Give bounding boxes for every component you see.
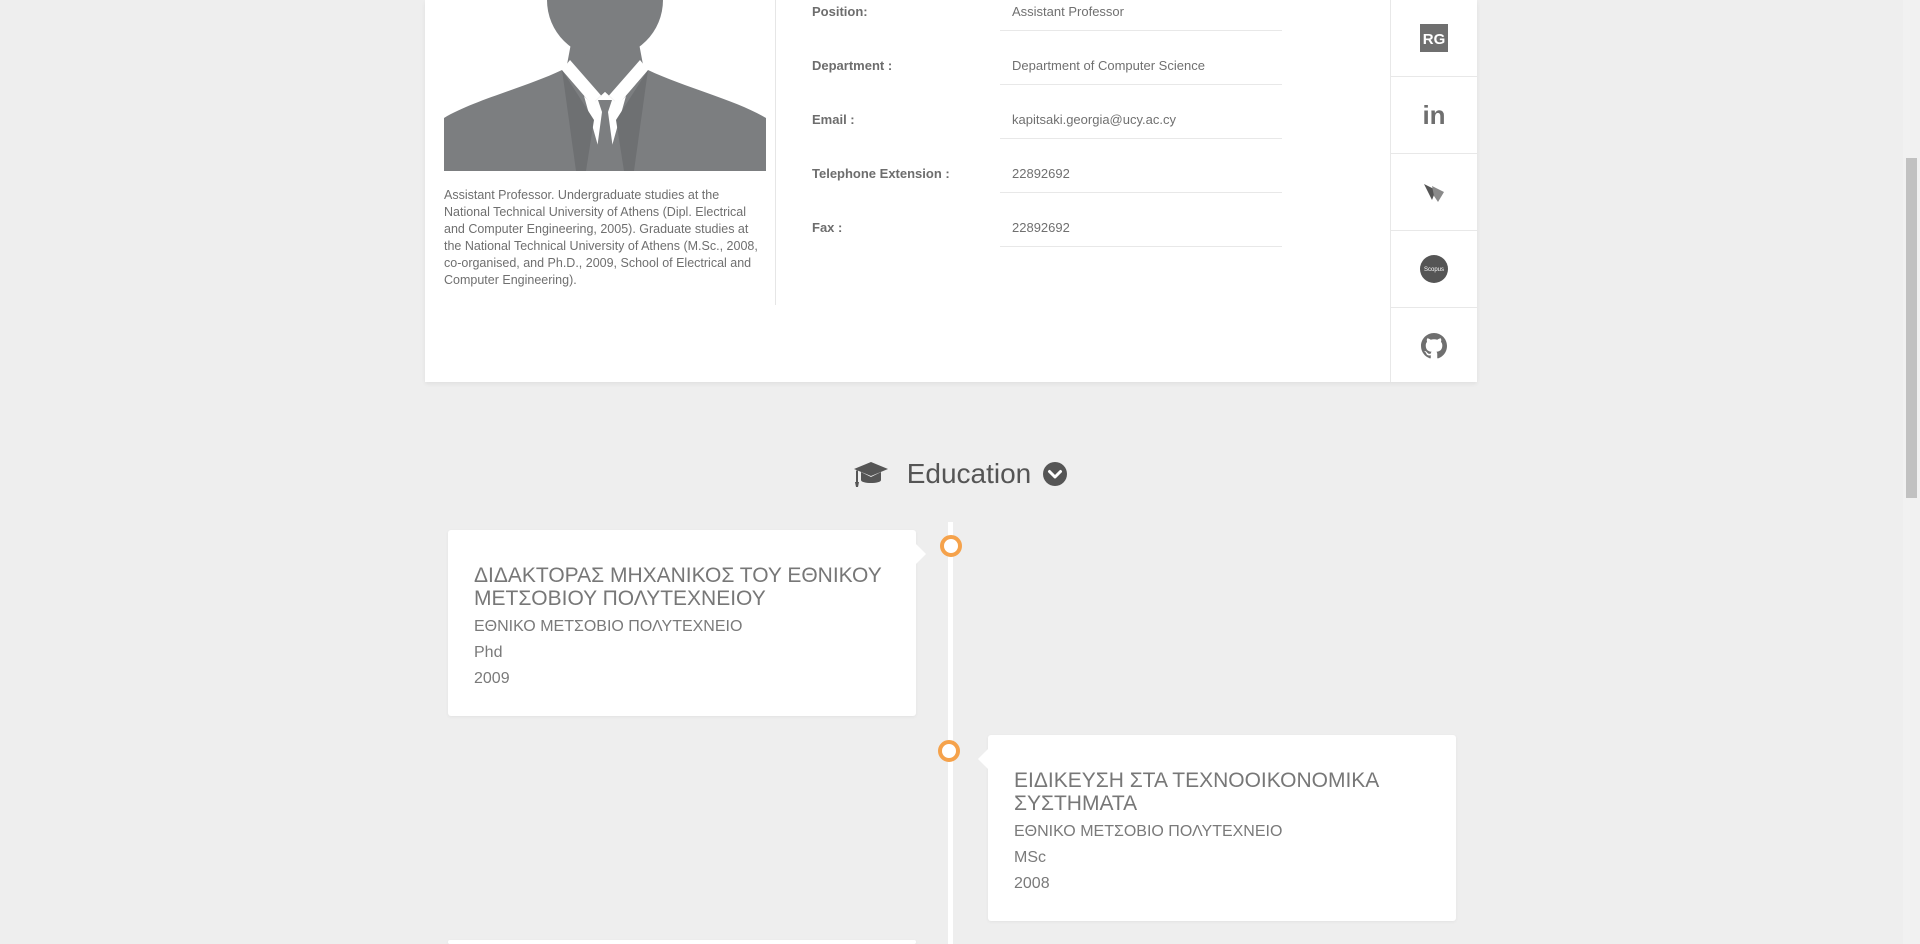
scopus-link[interactable]: Scopus [1391, 231, 1477, 308]
education-degree-title: ΕΙΔΙΚΕΥΣΗ ΣΤΑ ΤΕΧΝΟΟΙΚΟΝΟΜΙΚΑ ΣΥΣΤΗΜΑΤΑ [1014, 769, 1379, 815]
education-year: 2008 [1014, 875, 1050, 892]
social-links: RG in Scopus [1390, 0, 1477, 382]
education-card [448, 940, 916, 944]
linkedin-icon: in [1422, 101, 1445, 129]
department-value: Department of Computer Science [1000, 58, 1282, 85]
education-degree: Phd [474, 644, 503, 661]
education-institution: ΕΘΝΙΚΟ ΜΕΤΣΟΒΙΟ ΠΟΛΥΤΕΧΝΕΙΟ [1014, 823, 1283, 840]
svg-text:in: in [1422, 101, 1445, 129]
profile-photo [444, 0, 766, 171]
position-label: Position: [812, 4, 868, 19]
profile-card: Assistant Professor. Undergraduate studi… [425, 0, 1477, 382]
info-row-fax: Fax : 22892692 [812, 220, 1282, 250]
profile-bio: Assistant Professor. Undergraduate studi… [444, 188, 758, 287]
svg-text:RG: RG [1423, 31, 1446, 48]
education-card: ΔΙΔΑΚΤΟΡΑΣ ΜΗΧΑΝΙΚΟΣ ΤΟΥ ΕΘΝΙΚΟΥ ΜΕΤΣΟΒΙ… [448, 530, 926, 716]
email-label: Email : [812, 112, 855, 127]
fax-value: 22892692 [1000, 220, 1282, 247]
education-heading[interactable]: Education [0, 458, 1920, 490]
department-label: Department : [812, 58, 893, 73]
info-row-department: Department : Department of Computer Scie… [812, 58, 1282, 88]
svg-text:Scopus: Scopus [1424, 267, 1444, 273]
orcid-icon [1424, 184, 1444, 202]
scrollbar-thumb[interactable] [1906, 158, 1917, 498]
education-title: Education [906, 458, 1032, 489]
timeline-line [948, 522, 953, 944]
position-value: Assistant Professor [1000, 4, 1282, 31]
education-card: ΕΙΔΙΚΕΥΣΗ ΣΤΑ ΤΕΧΝΟΟΙΚΟΝΟΜΙΚΑ ΣΥΣΤΗΜΑΤΑ … [978, 735, 1456, 921]
email-value[interactable]: kapitsaki.georgia@ucy.ac.cy [1000, 112, 1282, 139]
linkedin-link[interactable]: in [1391, 77, 1477, 154]
github-link[interactable] [1391, 308, 1477, 384]
education-degree-title: ΔΙΔΑΚΤΟΡΑΣ ΜΗΧΑΝΙΚΟΣ ΤΟΥ ΕΘΝΙΚΟΥ ΜΕΤΣΟΒΙ… [474, 564, 882, 610]
page: Assistant Professor. Undergraduate studi… [0, 0, 1920, 944]
education-year: 2009 [474, 670, 510, 687]
researchgate-icon: RG [1420, 24, 1448, 52]
education-institution: ΕΘΝΙΚΟ ΜΕΤΣΟΒΙΟ ΠΟΛΥΤΕΧΝΕΙΟ [474, 618, 743, 635]
education-degree: MSc [1014, 849, 1046, 866]
github-icon [1421, 333, 1447, 359]
column-divider [775, 0, 776, 305]
scopus-icon: Scopus [1420, 255, 1448, 283]
fax-label: Fax : [812, 220, 843, 235]
info-row-telephone: Telephone Extension : 22892692 [812, 166, 1282, 196]
info-row-position: Position: Assistant Professor [812, 4, 1282, 34]
telephone-value: 22892692 [1000, 166, 1282, 193]
telephone-label: Telephone Extension : [812, 166, 950, 181]
scrollbar[interactable] [1903, 0, 1920, 944]
chevron-down-icon[interactable] [1043, 462, 1068, 486]
graduation-cap-icon [853, 462, 888, 487]
researchgate-link[interactable]: RG [1391, 0, 1477, 77]
info-row-email: Email : kapitsaki.georgia@ucy.ac.cy [812, 112, 1282, 142]
orcid-link[interactable] [1391, 154, 1477, 231]
timeline-dot [940, 535, 962, 557]
timeline-dot [938, 740, 960, 762]
